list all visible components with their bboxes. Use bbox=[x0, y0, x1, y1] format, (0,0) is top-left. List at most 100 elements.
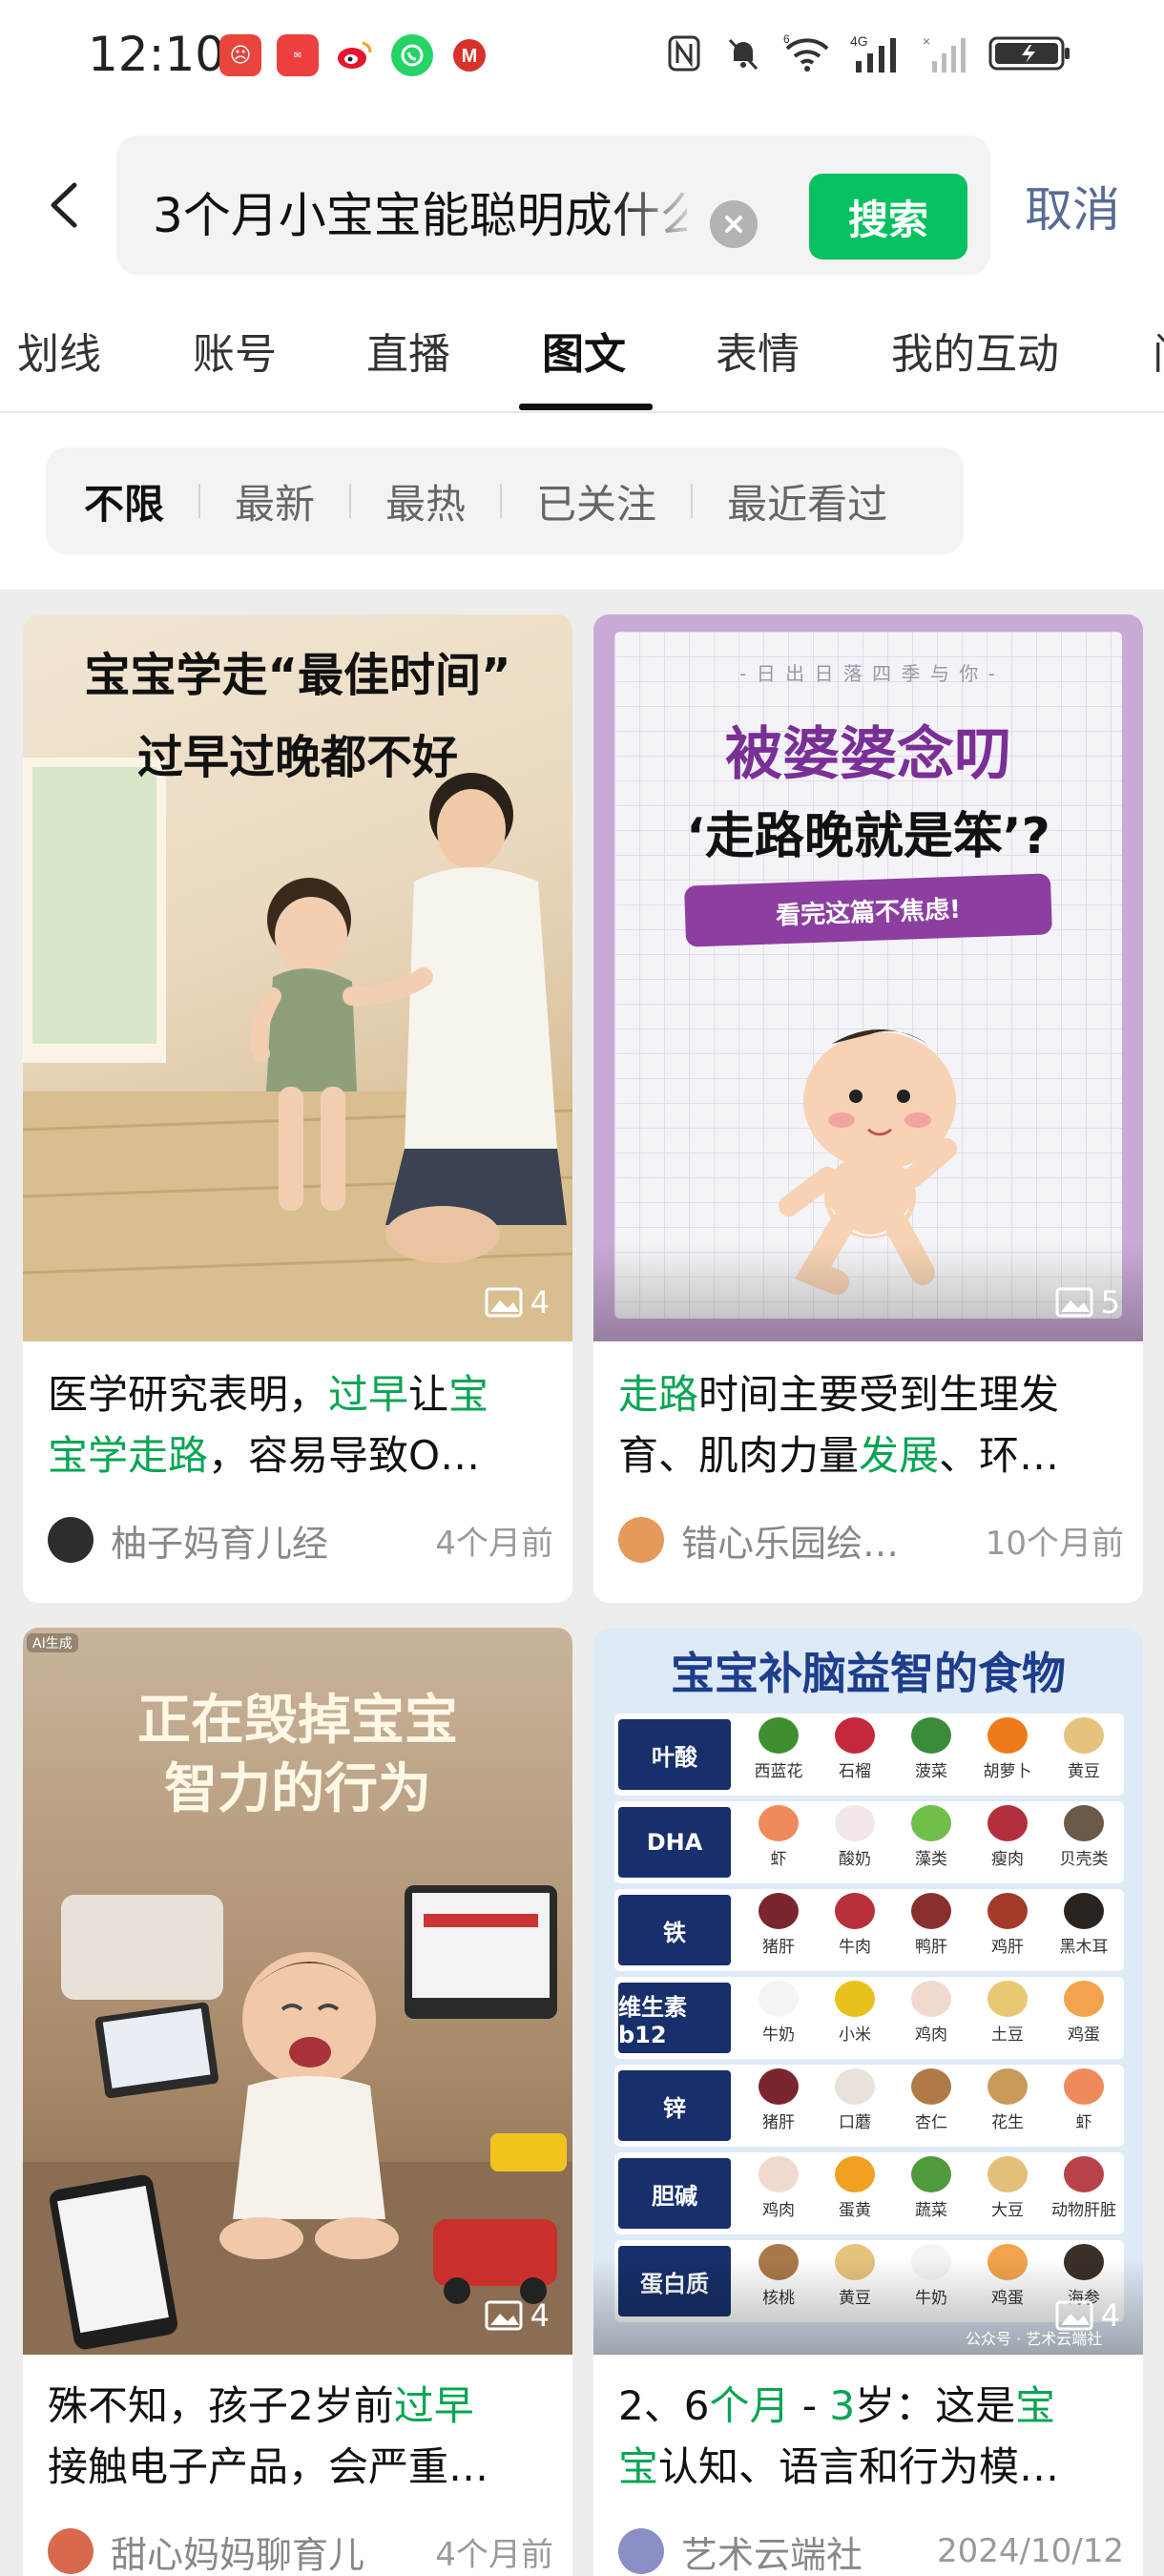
filter-all[interactable]: 不限 bbox=[84, 472, 164, 530]
avatar[interactable] bbox=[618, 2528, 664, 2574]
food-image-icon bbox=[911, 1893, 951, 1929]
food-name: 花生 bbox=[991, 2113, 1024, 2132]
card-thumbnail[interactable]: 宝宝补脑益智的食物 蛋白质核桃黄豆牛奶鸡蛋海参胆碱鸡肉蛋黄蔬菜大豆动物肝脏锌猪肝… bbox=[593, 1628, 1143, 2355]
avatar[interactable] bbox=[48, 1517, 94, 1563]
tab-image-text[interactable]: 图文 bbox=[542, 320, 626, 381]
avatar[interactable] bbox=[618, 1517, 664, 1563]
card-thumbnail[interactable]: 宝宝学走“最佳时间” 过早过晚都不好 4 bbox=[23, 614, 572, 1341]
food-name: 虾 bbox=[1075, 2113, 1092, 2132]
author-name[interactable]: 艺术云端社 bbox=[681, 2525, 863, 2576]
clear-search-button[interactable] bbox=[710, 200, 758, 248]
no-signal-icon: × bbox=[923, 32, 970, 74]
highlighted-keyword: 过早 bbox=[328, 1371, 409, 1418]
nutrient-label: 维生素b12 bbox=[618, 1983, 731, 2053]
nutrient-label: DHA bbox=[618, 1807, 731, 1878]
food-item: 虾 bbox=[1046, 2068, 1122, 2132]
food-chart-row: 铁猪肝 牛肉 鸭肝 鸡肝 黑木耳 bbox=[614, 1889, 1124, 1971]
tab-stickers[interactable]: 表情 bbox=[716, 320, 800, 381]
food-name: 藻类 bbox=[915, 1850, 947, 1869]
svg-text:4G: 4G bbox=[850, 33, 868, 49]
food-image-icon bbox=[835, 1805, 875, 1841]
status-time: 12:10 bbox=[88, 27, 226, 82]
tab-live[interactable]: 直播 bbox=[366, 320, 450, 381]
food-image-icon bbox=[911, 2068, 951, 2105]
avatar[interactable] bbox=[48, 2528, 94, 2574]
tab-my-interactions[interactable]: 我的互动 bbox=[891, 320, 1059, 381]
result-card[interactable]: - 日 出 日 落 四 季 与 你 - 被婆婆念叨 ‘走路晚就是笨’? 看完这篇… bbox=[593, 614, 1143, 1603]
battery-icon bbox=[987, 32, 1073, 74]
food-name: 猪肝 bbox=[762, 2113, 795, 2132]
tab-questions[interactable]: 问 bbox=[1153, 320, 1164, 381]
highlighted-keyword: 宝 bbox=[1015, 2382, 1056, 2429]
card-title[interactable]: 2、6个月 - 3岁：这是宝 宝认知、语言和行为模… bbox=[618, 2376, 1124, 2498]
filter-recently-viewed[interactable]: 最近看过 bbox=[727, 472, 887, 530]
card-title[interactable]: 走路时间主要受到生理发 育、肌肉力量发展、环… bbox=[618, 1364, 1124, 1486]
svg-text:M: M bbox=[462, 46, 478, 67]
food-image-icon bbox=[1064, 2068, 1104, 2105]
back-button[interactable] bbox=[40, 172, 88, 239]
search-button[interactable]: 搜索 bbox=[809, 174, 967, 260]
author-name[interactable]: 柚子妈育儿经 bbox=[111, 1514, 328, 1567]
food-item: 鸡蛋 bbox=[1046, 1981, 1122, 2045]
food-item: 动物肝脏 bbox=[1046, 2156, 1122, 2220]
card-thumbnail[interactable]: AI生成 正在毁掉宝宝 智力的行为 4 bbox=[23, 1628, 572, 2355]
title-text: 岁：这是 bbox=[855, 2382, 1016, 2429]
food-image-icon bbox=[835, 1717, 875, 1754]
food-item: 鸡肝 bbox=[969, 1893, 1046, 1957]
highlighted-keyword: 走路 bbox=[618, 1371, 699, 1418]
card-thumbnail[interactable]: - 日 出 日 落 四 季 与 你 - 被婆婆念叨 ‘走路晚就是笨’? 看完这篇… bbox=[593, 614, 1143, 1341]
result-card[interactable]: 宝宝学走“最佳时间” 过早过晚都不好 4 医学研究表明，过早让宝 宝学走路，容易… bbox=[23, 614, 572, 1603]
food-image-icon bbox=[987, 1893, 1028, 1929]
filter-hottest[interactable]: 最热 bbox=[385, 472, 466, 530]
title-text: 殊不知，孩子2岁前 bbox=[48, 2382, 394, 2429]
huawei-mail-icon: ✉ bbox=[277, 34, 319, 76]
title-text: - bbox=[789, 2382, 830, 2429]
food-name: 鸡肝 bbox=[991, 1938, 1024, 1957]
highlighted-keyword: 3 bbox=[829, 2382, 856, 2429]
food-image-icon bbox=[987, 1981, 1028, 2017]
nutrient-label: 叶酸 bbox=[618, 1719, 731, 1790]
food-image-icon bbox=[835, 2068, 875, 2105]
mute-bell-icon bbox=[722, 32, 764, 74]
result-card[interactable]: 宝宝补脑益智的食物 蛋白质核桃黄豆牛奶鸡蛋海参胆碱鸡肉蛋黄蔬菜大豆动物肝脏锌猪肝… bbox=[593, 1628, 1143, 2576]
card-title-line: 接触电子产品，会严重… bbox=[48, 2437, 553, 2498]
card-title[interactable]: 医学研究表明，过早让宝 宝学走路，容易导致O… bbox=[48, 1364, 553, 1486]
filter-followed[interactable]: 已关注 bbox=[536, 472, 656, 530]
cancel-button[interactable]: 取消 bbox=[1025, 172, 1120, 240]
food-item: 猪肝 bbox=[740, 1893, 817, 1957]
food-image-icon bbox=[911, 1805, 951, 1841]
food-item: 鸡肉 bbox=[740, 2156, 817, 2220]
food-item: 小米 bbox=[817, 1981, 893, 2045]
thumbnail-headline: 正在毁掉宝宝 bbox=[137, 1690, 458, 1752]
food-item: 胡萝卜 bbox=[969, 1717, 1046, 1781]
food-name: 牛奶 bbox=[762, 2025, 795, 2045]
author-name[interactable]: 甜心妈妈聊育儿 bbox=[111, 2525, 364, 2576]
card-title-line: 育、肌肉力量发展、环… bbox=[618, 1425, 1124, 1486]
thumbnail-headline: 宝宝学走“最佳时间” bbox=[84, 649, 511, 702]
filter-newest[interactable]: 最新 bbox=[235, 472, 315, 530]
food-item: 土豆 bbox=[969, 1981, 1046, 2045]
food-name: 鸡肉 bbox=[915, 2025, 947, 2045]
tab-underline-notes[interactable]: 划线 bbox=[17, 320, 101, 381]
filter-divider bbox=[349, 484, 352, 518]
food-name: 牛肉 bbox=[839, 1938, 871, 1957]
highlighted-keyword: 宝 bbox=[448, 1371, 489, 1418]
author-name[interactable]: 错心乐园绘… bbox=[681, 1514, 899, 1567]
food-name: 菠菜 bbox=[915, 1762, 947, 1781]
food-name: 胡萝卜 bbox=[983, 1762, 1032, 1781]
title-text: 接触电子产品，会严重… bbox=[48, 2443, 489, 2490]
food-chart-row: 叶酸 西蓝花 石榴 菠菜 胡萝卜 黄豆 bbox=[614, 1714, 1124, 1796]
filter-divider bbox=[198, 484, 201, 518]
search-input[interactable]: 3个月小宝宝能聪明成什么 bbox=[153, 177, 687, 246]
food-name: 蔬菜 bbox=[915, 2201, 947, 2220]
active-tab-indicator bbox=[519, 404, 653, 410]
search-box[interactable]: 3个月小宝宝能聪明成什么 搜索 bbox=[116, 135, 990, 275]
result-card[interactable]: AI生成 正在毁掉宝宝 智力的行为 4 殊不知，孩子2岁前过早 接触电子产品，会… bbox=[23, 1628, 572, 2576]
title-text: 2、6 bbox=[618, 2382, 710, 2429]
food-item: 藻类 bbox=[893, 1805, 969, 1869]
card-title[interactable]: 殊不知，孩子2岁前过早 接触电子产品，会严重… bbox=[48, 2376, 553, 2498]
image-count: 4 bbox=[485, 2297, 550, 2334]
food-item: 西蓝花 bbox=[740, 1717, 817, 1781]
tab-accounts[interactable]: 账号 bbox=[193, 320, 277, 381]
food-name: 黄豆 bbox=[1068, 1762, 1100, 1781]
